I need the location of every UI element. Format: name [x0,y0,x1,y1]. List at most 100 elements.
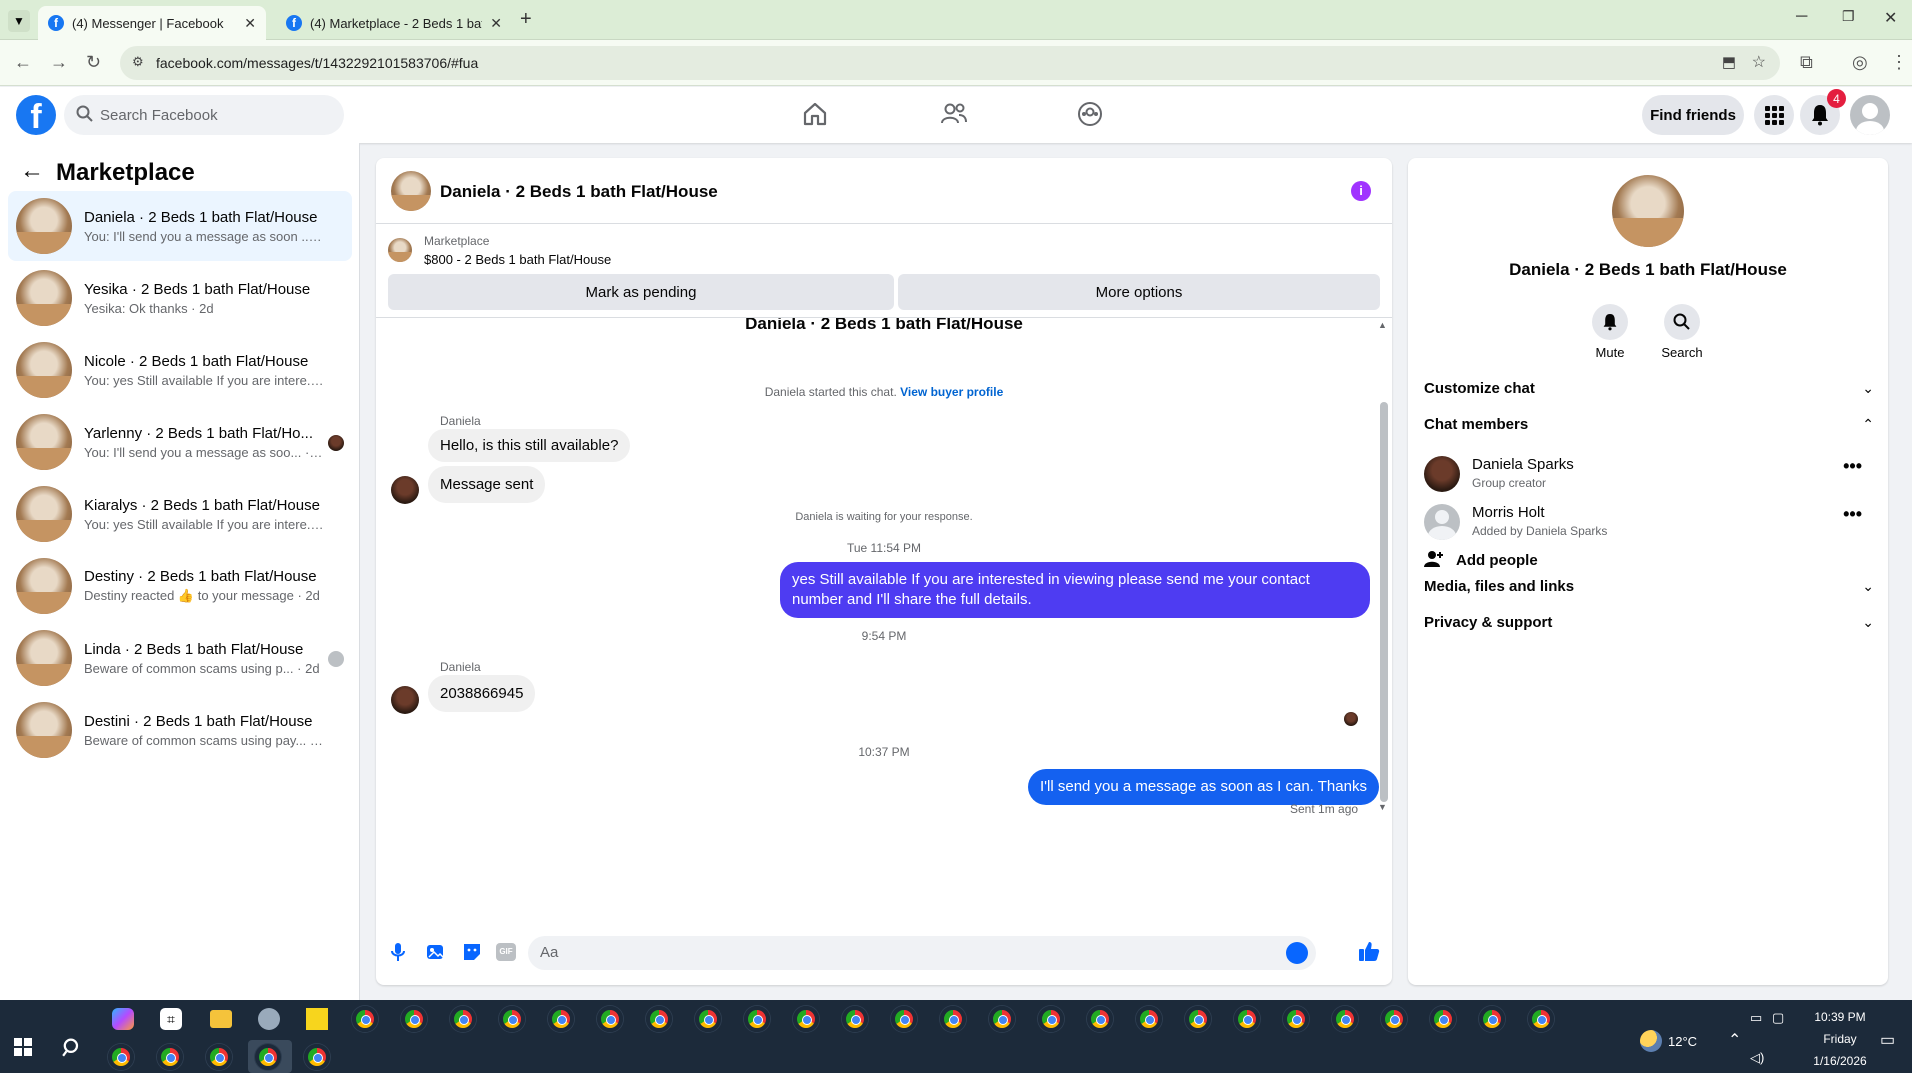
notification-center-icon[interactable]: ▭ [1880,1030,1895,1050]
incoming-message[interactable]: Message sent [428,466,546,503]
chat-title[interactable]: Daniela · 2 Beds 1 bath Flat/House [440,182,718,202]
conversation-item[interactable]: Destini · 2 Beds 1 bath Flat/House Beware… [8,695,352,765]
volume-icon[interactable]: ◁) [1750,1050,1764,1066]
sender-avatar[interactable] [391,476,419,504]
view-buyer-profile-link[interactable]: View buyer profile [900,385,1003,399]
conversation-item[interactable]: Yesika · 2 Beds 1 bath Flat/House Yesika:… [8,263,352,333]
windows-start-icon[interactable] [14,1038,32,1056]
chrome-icon[interactable] [1430,1006,1456,1032]
address-bar[interactable]: ⚙ facebook.com/messages/t/14322921015837… [120,46,1780,80]
listing-title[interactable]: $800 - 2 Beds 1 bath Flat/House [424,252,611,267]
display-icon[interactable]: ▢ [1772,1010,1784,1026]
chrome-icon[interactable] [499,1006,525,1032]
clock-date[interactable]: 1/16/2026 [1804,1054,1876,1068]
bookmark-star-icon[interactable]: ☆ [1752,52,1766,72]
sender-avatar[interactable] [391,686,419,714]
tab-messenger[interactable]: f (4) Messenger | Facebook ✕ [38,6,266,40]
sticky-notes-icon[interactable] [306,1008,328,1030]
extensions-icon[interactable]: ⧉ [1800,52,1813,73]
find-friends-button[interactable]: Find friends [1642,95,1744,135]
gif-icon[interactable]: GIF [496,943,516,961]
chat-scroll-area[interactable]: Daniela · 2 Beds 1 bath Flat/House Danie… [376,318,1392,914]
chrome-icon[interactable] [1038,1006,1064,1032]
new-tab-icon[interactable]: + [520,8,532,31]
conversation-item[interactable]: Nicole · 2 Beds 1 bath Flat/House You: ye… [8,335,352,405]
weather-temp[interactable]: 12°C [1668,1034,1697,1049]
search-input[interactable]: Search Facebook [64,95,344,135]
chrome-icon[interactable] [401,1006,427,1032]
outgoing-message[interactable]: yes Still available If you are intereste… [780,562,1370,618]
chrome-icon[interactable] [548,1006,574,1032]
chrome-icon[interactable] [1234,1006,1260,1032]
back-arrow-icon[interactable]: ← [20,157,44,185]
clock-time[interactable]: 10:39 PM [1804,1010,1876,1024]
chrome-icon[interactable] [304,1044,330,1070]
thumbs-up-icon[interactable] [1358,940,1380,962]
member-item[interactable]: Morris Holt Added by Daniela Sparks ••• [1408,496,1888,544]
account-avatar[interactable] [1850,95,1890,135]
menu-kebab-icon[interactable]: ⋮ [1890,52,1908,73]
window-close-icon[interactable]: ✕ [1884,8,1897,28]
chrome-icon[interactable] [1283,1006,1309,1032]
chrome-icon[interactable] [206,1044,232,1070]
incoming-message[interactable]: 2038866945 [428,675,536,712]
more-icon[interactable]: ••• [1843,504,1862,525]
listing-thumbnail[interactable] [1612,175,1684,247]
chrome-icon[interactable] [1479,1006,1505,1032]
chrome-icon[interactable] [1381,1006,1407,1032]
profile-icon[interactable]: ◎ [1852,52,1868,73]
chrome-icon[interactable] [108,1044,134,1070]
chrome-icon[interactable] [744,1006,770,1032]
photo-icon[interactable] [426,942,446,962]
network-icon[interactable]: ▭ [1750,1010,1762,1026]
forward-icon[interactable]: → [50,52,68,73]
sticker-icon[interactable] [462,942,482,962]
customize-chat-row[interactable]: Customize chat ⌄ [1408,380,1888,412]
conversation-item[interactable]: Kiaralys · 2 Beds 1 bath Flat/House You: … [8,479,352,549]
emoji-icon[interactable] [1286,942,1308,964]
close-icon[interactable]: ✕ [244,15,256,32]
tab-marketplace[interactable]: f (4) Marketplace - 2 Beds 1 bath ✕ [276,6,512,40]
member-item[interactable]: Daniela Sparks Group creator ••• [1408,448,1888,496]
listing-thumbnail[interactable] [391,171,431,211]
reload-icon[interactable]: ↻ [86,52,101,73]
minimize-icon[interactable]: ─ [1796,8,1807,26]
friends-icon[interactable] [940,101,968,127]
chrome-icon[interactable] [352,1006,378,1032]
chrome-icon[interactable] [1332,1006,1358,1032]
facebook-logo-icon[interactable]: f [16,95,56,135]
app-icon[interactable] [258,1008,280,1030]
chrome-icon[interactable] [1185,1006,1211,1032]
chrome-icon[interactable] [842,1006,868,1032]
chrome-icon[interactable] [793,1006,819,1032]
chrome-icon[interactable] [597,1006,623,1032]
more-options-button[interactable]: More options [898,274,1380,310]
chrome-icon[interactable] [891,1006,917,1032]
clock-day[interactable]: Friday [1804,1032,1876,1046]
mute-bell-icon[interactable] [1592,304,1628,340]
outgoing-message[interactable]: I'll send you a message as soon as I can… [1028,769,1379,805]
scrollbar[interactable] [1380,402,1388,802]
microphone-icon[interactable] [390,942,406,962]
info-icon[interactable]: i [1351,181,1371,201]
conversation-item[interactable]: Linda · 2 Beds 1 bath Flat/House Beware o… [8,623,352,693]
conversation-item[interactable]: Daniela · 2 Beds 1 bath Flat/House You: I… [8,191,352,261]
chrome-icon[interactable] [1087,1006,1113,1032]
close-icon[interactable]: ✕ [490,15,502,32]
mark-as-pending-button[interactable]: Mark as pending [388,274,894,310]
tab-search-icon[interactable]: ▼ [8,10,30,32]
restore-icon[interactable]: ❐ [1842,8,1855,25]
back-icon[interactable]: ← [14,52,32,73]
file-explorer-icon[interactable] [210,1010,232,1028]
media-files-row[interactable]: Media, files and links ⌄ [1408,578,1888,610]
taskbar-search-icon[interactable] [62,1038,82,1058]
conversation-item[interactable]: Yarlenny · 2 Beds 1 bath Flat/Ho... You: … [8,407,352,477]
install-icon[interactable]: ⬒ [1722,53,1736,71]
chat-members-row[interactable]: Chat members ⌃ [1408,416,1888,448]
add-people-row[interactable]: Add people [1408,544,1888,580]
capcut-icon[interactable]: ⌗ [160,1008,182,1030]
chrome-icon[interactable] [1528,1006,1554,1032]
weather-icon[interactable] [1640,1030,1662,1052]
incoming-message[interactable]: Hello, is this still available? [428,429,631,462]
scroll-down-icon[interactable]: ▼ [1378,802,1387,812]
